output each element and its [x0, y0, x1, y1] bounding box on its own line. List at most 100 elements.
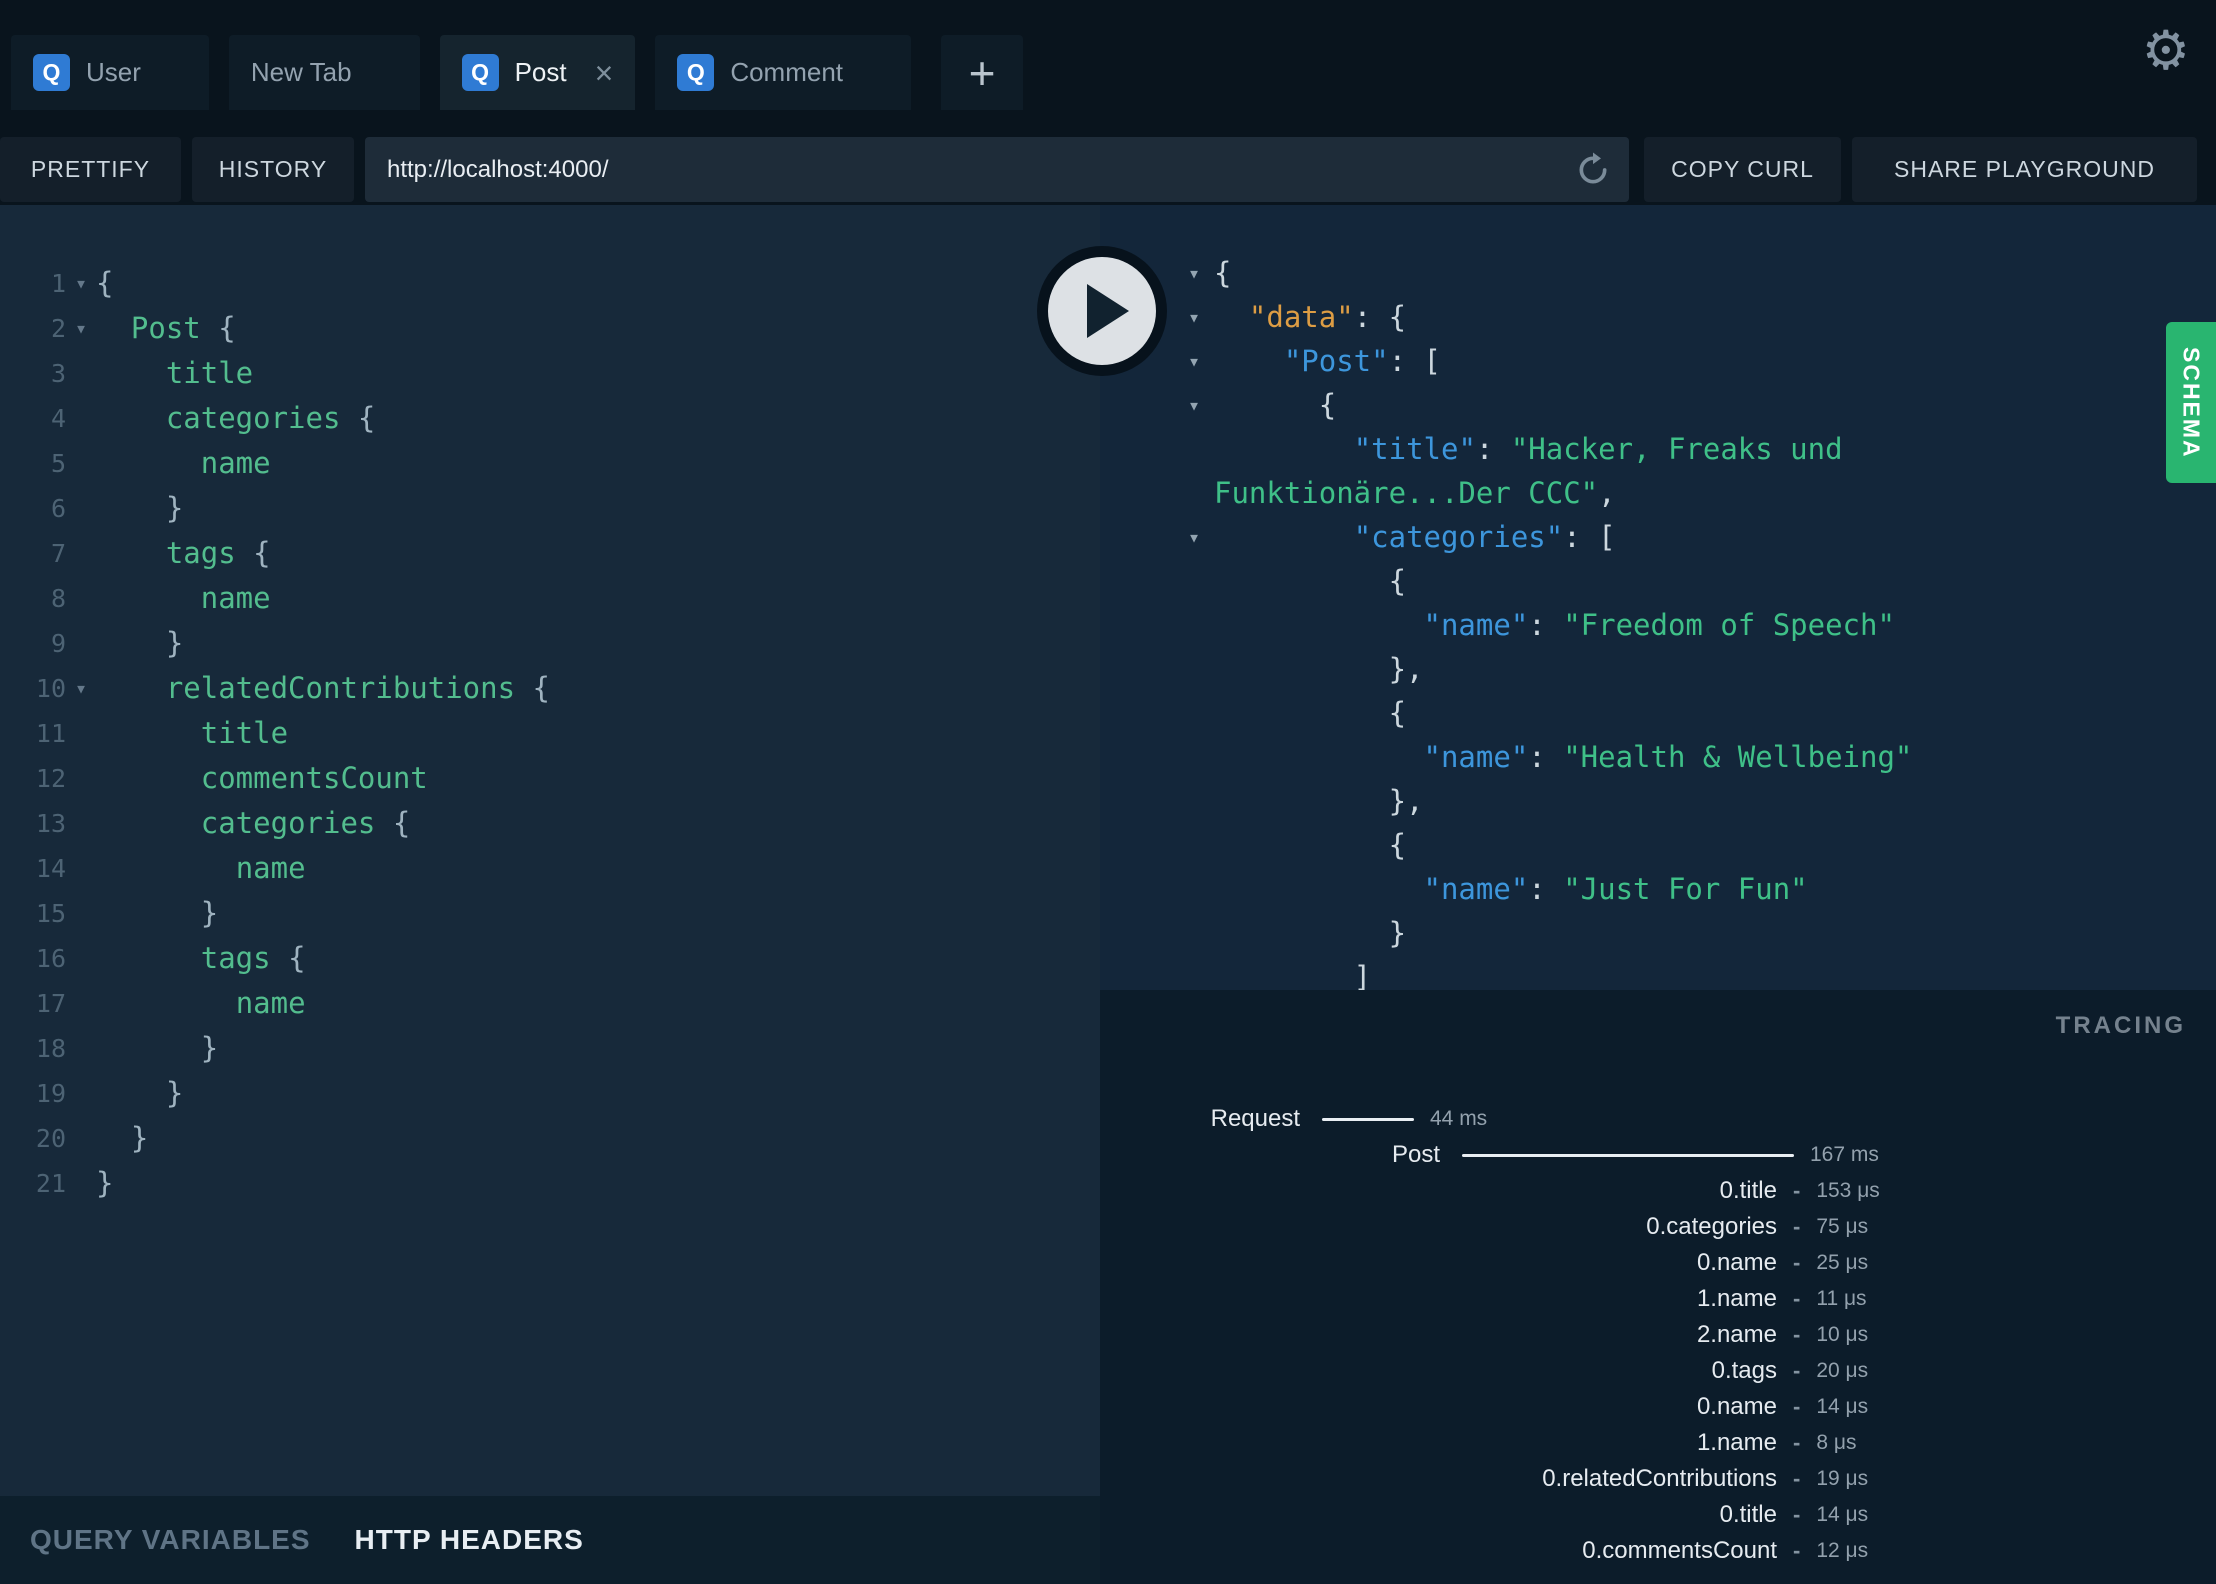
code-token: name: [235, 986, 306, 1020]
line-number: 7: [50, 539, 66, 568]
code-text: }: [96, 486, 183, 531]
close-tab-icon[interactable]: ×: [595, 57, 614, 89]
fold-arrow-icon[interactable]: ▾: [1160, 383, 1206, 427]
fold-arrow-icon[interactable]: ▾: [1160, 295, 1206, 339]
code-text: name: [96, 846, 306, 891]
execute-query-button[interactable]: [1048, 257, 1156, 365]
tab-user[interactable]: Q User: [11, 35, 209, 110]
tracing-span-label: Post: [1391, 1141, 1440, 1168]
tracing-row: 0.name -25 μs: [1100, 1245, 2216, 1281]
tracing-span-label: 0.commentsCount: [1582, 1537, 1777, 1564]
line-number: 5: [50, 449, 66, 478]
editor-line: 17 name: [0, 981, 1100, 1026]
tracing-span-time: 44 ms: [1430, 1107, 1488, 1130]
line-number: 1: [50, 269, 66, 298]
code-token: "name": [1423, 740, 1529, 774]
query-editor[interactable]: 1 ▾{2 ▾ Post {3 title 4 categories {5 name 6…: [0, 205, 1100, 1496]
fold-gutter: [1160, 603, 1206, 647]
prettify-button[interactable]: PRETTIFY: [0, 137, 181, 202]
fold-arrow-icon[interactable]: ▾: [1160, 339, 1206, 383]
code-token: },: [1214, 652, 1424, 686]
response-text: "name": "Health & Wellbeing": [1214, 735, 1913, 779]
line-number: 12: [35, 764, 66, 793]
fold-gutter: [1160, 691, 1206, 735]
settings-gear-icon[interactable]: ⚙: [2142, 24, 2190, 78]
tracing-span-time: 153 μs: [1816, 1179, 1880, 1202]
tab-label: Comment: [730, 57, 844, 87]
fold-gutter: [66, 1071, 96, 1116]
reload-icon[interactable]: [1573, 150, 1613, 190]
fold-gutter: [1160, 779, 1206, 823]
tracing-rows: Request 44 ms Post 167 ms 0.title -153 μs 0.ca…: [1100, 1101, 2216, 1569]
code-token: name: [200, 581, 271, 615]
fold-arrow-icon[interactable]: ▾: [66, 666, 96, 711]
editor-line: 18 }: [0, 1026, 1100, 1071]
editor-line: 20 }: [0, 1116, 1100, 1161]
fold-arrow-icon[interactable]: ▾: [1160, 515, 1206, 559]
tracing-dash: -: [1793, 1466, 1801, 1491]
query-variables-tab[interactable]: QUERY VARIABLES: [30, 1524, 311, 1556]
editor-line: 7 tags {: [0, 531, 1100, 576]
tracing-dash: -: [1793, 1394, 1801, 1419]
code-token: "Freedom of Speech": [1563, 608, 1895, 642]
code-token: : [: [1388, 344, 1441, 378]
plus-icon: +: [968, 46, 996, 99]
fold-gutter: [66, 396, 96, 441]
share-playground-button[interactable]: SHARE PLAYGROUND: [1852, 137, 2197, 202]
history-button[interactable]: HISTORY: [192, 137, 354, 202]
tab-new-tab[interactable]: New Tab: [228, 35, 420, 110]
fold-gutter: [66, 441, 96, 486]
tracing-span-time: 19 μs: [1816, 1467, 1869, 1490]
http-headers-tab[interactable]: HTTP HEADERS: [355, 1524, 584, 1556]
tracing-span-label: 0.title: [1719, 1501, 1777, 1528]
fold-gutter: [1160, 911, 1206, 955]
tracing-span-label: 0.categories: [1646, 1213, 1777, 1240]
fold-gutter: [66, 1161, 96, 1206]
code-token: ,: [1598, 476, 1616, 510]
editor-line: 9 }: [0, 621, 1100, 666]
tab-comment[interactable]: Q Comment: [655, 35, 912, 110]
code-token: :: [1528, 740, 1564, 774]
fold-gutter: [66, 1116, 96, 1161]
fold-gutter: [1160, 735, 1206, 779]
editor-bottom-bar: QUERY VARIABLES HTTP HEADERS: [0, 1496, 1100, 1584]
fold-arrow-icon[interactable]: ▾: [66, 261, 96, 306]
code-token: commentsCount: [200, 761, 428, 795]
copy-curl-button[interactable]: COPY CURL: [1644, 137, 1841, 202]
fold-arrow-icon[interactable]: ▾: [66, 306, 96, 351]
play-icon: [1087, 284, 1129, 338]
fold-arrow-icon[interactable]: ▾: [1160, 251, 1206, 295]
code-token: }: [1214, 916, 1407, 950]
fold-gutter: [1160, 867, 1206, 911]
tracing-row: Request 44 ms: [1100, 1101, 2216, 1137]
tab-post[interactable]: Q Post ×: [439, 35, 636, 110]
fold-gutter: [1160, 647, 1206, 691]
response-viewer: ▾{▾ "data": {▾ "Post": [▾ { "title": "Ha…: [1100, 205, 2216, 990]
code-token: :: [1528, 608, 1564, 642]
code-token: tags: [200, 941, 271, 975]
line-number: 18: [35, 1034, 66, 1063]
line-number: 16: [35, 944, 66, 973]
editor-line: 11 title: [0, 711, 1100, 756]
schema-tab[interactable]: SCHEMA: [2166, 322, 2216, 483]
code-token: {: [1214, 564, 1407, 598]
response-line: ▾{: [1100, 251, 2216, 295]
fold-gutter: [66, 486, 96, 531]
tracing-span-label: 0.relatedContributions: [1542, 1465, 1777, 1492]
response-text: {: [1214, 383, 1336, 427]
response-text: "name": "Just For Fun": [1214, 867, 1808, 911]
new-tab-button[interactable]: +: [941, 35, 1024, 110]
code-token: : [: [1563, 520, 1616, 554]
code-token: :: [1475, 432, 1511, 466]
endpoint-url-input[interactable]: [365, 137, 1629, 202]
editor-line: 19 }: [0, 1071, 1100, 1116]
fold-gutter: [66, 756, 96, 801]
response-line: "name": "Health & Wellbeing": [1100, 735, 2216, 779]
code-text: relatedContributions {: [96, 666, 550, 711]
line-number: 19: [35, 1079, 66, 1108]
code-token: }: [96, 626, 184, 660]
